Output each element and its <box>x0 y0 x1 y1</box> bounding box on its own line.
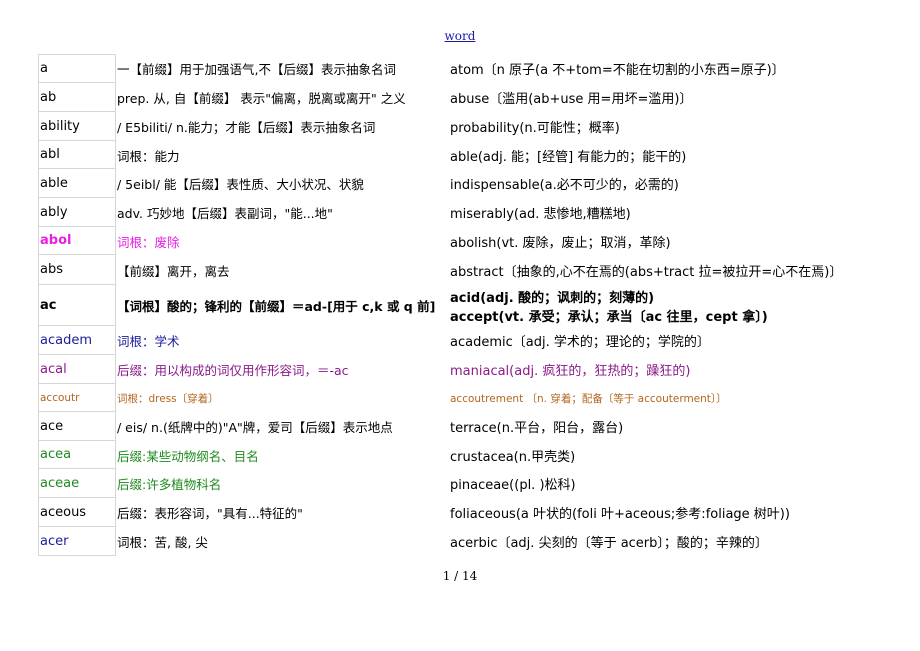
table-row: aceae 后缀:许多植物科名 pinaceae((pl. )松科) <box>0 469 920 498</box>
example-text: abuse〔滥用(ab+use 用=用坏=滥用)〕 <box>450 92 693 107</box>
example-cell: miserably(ad. 悲惨地,糟糕地) <box>450 198 890 227</box>
definition-cell: 后缀：用以构成的词仅用作形容词，＝-ac <box>117 363 349 378</box>
example-text: crustacea(n.甲壳类) <box>450 449 576 465</box>
word-cell: aceae <box>38 469 116 498</box>
definition-cell: 【词根】酸的；锋利的【前缀】＝ad-[用于 c,k 或 q 前] <box>117 299 436 314</box>
table-row: ably adv. 巧妙地【后缀】表副词，"能...地" miserably(ad.… <box>0 198 920 227</box>
example-cell: accoutrement 〔n. 穿着；配备〔等于 accouterment〕〕 <box>450 384 890 412</box>
definition-cell: / 5eibl/ 能【后缀】表性质、大小状况、状貌 <box>117 177 364 192</box>
page-number: 1 / 14 <box>442 569 478 583</box>
word-cell: aceous <box>38 498 116 527</box>
word-cell: abol <box>38 227 116 255</box>
word-cell: ability <box>38 112 116 141</box>
example-text: maniacal(adj. 疯狂的，狂热的；躁狂的) <box>450 364 691 379</box>
table-row: aceous 后缀：表形容词，"具有...特征的" foliaceous(a 叶状的… <box>0 498 920 527</box>
definition-cell: 词根：苦, 酸, 尖 <box>117 535 208 550</box>
example-cell: probability(n.可能性；概率) <box>450 112 890 141</box>
example-text: pinaceae((pl. )松科) <box>450 478 576 493</box>
word-cell: ably <box>38 198 116 227</box>
word-cell: ac <box>38 285 116 326</box>
example-text: acerbic〔adj. 尖刻的〔等于 acerb〕；酸的；辛辣的〕 <box>450 536 768 551</box>
example-cell: acid(adj. 酸的；讽刺的；刻薄的) accept(vt. 承受；承认；承当… <box>450 285 890 326</box>
definition-cell: 【前缀】离开，离去 <box>117 263 230 279</box>
example-text: abolish(vt. 废除，废止；取消，革除) <box>450 235 671 251</box>
definition-cell: 后缀:某些动物纲名、目名 <box>117 448 259 464</box>
word-cell: acea <box>38 441 116 469</box>
example-cell: pinaceae((pl. )松科) <box>450 469 890 498</box>
word-cell: abs <box>38 255 116 285</box>
definition-cell: 后缀：表形容词，"具有...特征的" <box>117 506 303 521</box>
table-row: academ 词根：学术 academic〔adj. 学术的；理论的；学院的〕 <box>0 326 920 355</box>
word-cell: acer <box>38 527 116 556</box>
definition-cell: 词根：dress〔穿着〕 <box>117 392 219 405</box>
word-cell: ace <box>38 412 116 441</box>
example-cell: abuse〔滥用(ab+use 用=用坏=滥用)〕 <box>450 83 890 112</box>
table-row: accoutr 词根：dress〔穿着〕 accoutrement 〔n. 穿着；配… <box>0 384 920 412</box>
header-link-word[interactable]: word <box>445 29 476 43</box>
page-header: word <box>0 29 920 43</box>
word-cell: accoutr <box>38 384 116 412</box>
example-cell: indispensable(a.必不可少的，必需的) <box>450 169 890 198</box>
definition-cell: / eis/ n.(纸牌中的)"A"牌，爱司【后缀】表示地点 <box>117 420 393 435</box>
example-text: probability(n.可能性；概率) <box>450 121 620 136</box>
definition-cell: prep. 从, 自【前缀】 表示"偏离，脱离或离开" 之义 <box>117 91 406 106</box>
example-cell: terrace(n.平台，阳台，露台) <box>450 412 890 441</box>
table-row: ace / eis/ n.(纸牌中的)"A"牌，爱司【后缀】表示地点 terrace… <box>0 412 920 441</box>
example-text: able(adj. 能；[经管] 有能力的；能干的) <box>450 149 687 165</box>
example-cell: atom〔n 原子(a 不+tom=不能在切割的小东西=原子)〕 <box>450 54 890 83</box>
example-cell: crustacea(n.甲壳类) <box>450 441 890 469</box>
word-cell: acal <box>38 355 116 384</box>
example-text: academic〔adj. 学术的；理论的；学院的〕 <box>450 335 710 350</box>
example-cell: foliaceous(a 叶状的(foli 叶+aceous;参考:foliag… <box>450 498 890 527</box>
example-text: abstract〔抽象的,心不在焉的(abs+tract 拉=被拉开=心不在焉)… <box>450 264 843 280</box>
example-cell: able(adj. 能；[经管] 有能力的；能干的) <box>450 141 890 169</box>
table-row: ac 【词根】酸的；锋利的【前缀】＝ad-[用于 c,k 或 q 前] acid(a… <box>0 285 920 326</box>
example-cell: academic〔adj. 学术的；理论的；学院的〕 <box>450 326 890 355</box>
example-text: indispensable(a.必不可少的，必需的) <box>450 178 679 193</box>
example-text: miserably(ad. 悲惨地,糟糕地) <box>450 207 631 222</box>
definition-cell: / E5biliti/ n.能力；才能【后缀】表示抽象名词 <box>117 120 376 135</box>
table-row: acea 后缀:某些动物纲名、目名 crustacea(n.甲壳类) <box>0 441 920 469</box>
example-text-second: accept(vt. 承受；承认；承当〔ac 往里，cept 拿〕) <box>450 309 768 325</box>
word-cell: ab <box>38 83 116 112</box>
definition-cell: 一【前缀】用于加强语气,不【后缀】表示抽象名词 <box>117 62 396 77</box>
table-row: abol 词根：废除 abolish(vt. 废除，废止；取消，革除) <box>0 227 920 255</box>
word-cell: abl <box>38 141 116 169</box>
word-cell: able <box>38 169 116 198</box>
word-cell: academ <box>38 326 116 355</box>
table-row: abl 词根：能力 able(adj. 能；[经管] 有能力的；能干的) <box>0 141 920 169</box>
table-row: acer 词根：苦, 酸, 尖 acerbic〔adj. 尖刻的〔等于 acerb〕… <box>0 527 920 556</box>
example-cell: abolish(vt. 废除，废止；取消，革除) <box>450 227 890 255</box>
example-cell: maniacal(adj. 疯狂的，狂热的；躁狂的) <box>450 355 890 384</box>
table-row: ability / E5biliti/ n.能力；才能【后缀】表示抽象名词 prob… <box>0 112 920 141</box>
definition-cell: 词根：能力 <box>117 148 180 164</box>
word-cell: a <box>38 54 116 83</box>
table-row: acal 后缀：用以构成的词仅用作形容词，＝-ac maniacal(adj. 疯狂… <box>0 355 920 384</box>
table-row: able/ 5eibl/ 能【后缀】表性质、大小状况、状貌 indispensab… <box>0 169 920 198</box>
example-text: atom〔n 原子(a 不+tom=不能在切割的小东西=原子)〕 <box>450 63 785 78</box>
example-cell: acerbic〔adj. 尖刻的〔等于 acerb〕；酸的；辛辣的〕 <box>450 527 890 556</box>
table-row: a 一【前缀】用于加强语气,不【后缀】表示抽象名词 atom〔n 原子(a 不+to… <box>0 54 920 83</box>
example-cell: abstract〔抽象的,心不在焉的(abs+tract 拉=被拉开=心不在焉)… <box>450 255 890 285</box>
definition-cell: adv. 巧妙地【后缀】表副词，"能...地" <box>117 206 333 221</box>
table-row: abs 【前缀】离开，离去 abstract〔抽象的,心不在焉的(abs+tract… <box>0 255 920 285</box>
definition-cell: 词根：废除 <box>117 234 180 250</box>
definition-cell: 词根：学术 <box>117 334 180 349</box>
example-text: terrace(n.平台，阳台，露台) <box>450 421 624 436</box>
definition-cell: 后缀:许多植物科名 <box>117 477 222 492</box>
example-text: acid(adj. 酸的；讽刺的；刻薄的) <box>450 290 655 306</box>
table-row: ab prep. 从, 自【前缀】 表示"偏离，脱离或离开" 之义 abuse〔滥用… <box>0 83 920 112</box>
example-text: accoutrement 〔n. 穿着；配备〔等于 accouterment〕〕 <box>450 392 727 405</box>
example-text: foliaceous(a 叶状的(foli 叶+aceous;参考:foliag… <box>450 507 790 522</box>
